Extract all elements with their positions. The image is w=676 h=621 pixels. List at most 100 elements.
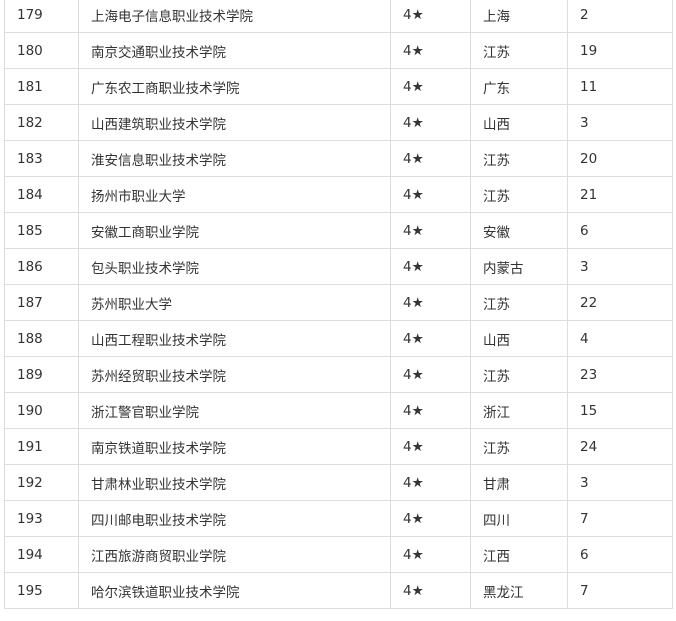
province-cell: 甘肃 [470, 464, 568, 501]
table-row: 192 甘肃林业职业技术学院 4★ 甘肃 3 [4, 464, 673, 501]
star-rating-cell: 4★ [390, 572, 471, 609]
province-cell: 广东 [470, 68, 568, 105]
rank-cell: 191 [4, 428, 79, 465]
star-rating-cell: 4★ [390, 356, 471, 393]
province-cell: 浙江 [470, 392, 568, 429]
star-rating-cell: 4★ [390, 176, 471, 213]
table-row: 194 江西旅游商贸职业学院 4★ 江西 6 [4, 536, 673, 573]
province-cell: 江苏 [470, 284, 568, 321]
school-name-cell: 甘肃林业职业技术学院 [78, 464, 391, 501]
table-row: 183 淮安信息职业技术学院 4★ 江苏 20 [4, 140, 673, 177]
school-name-cell: 苏州职业大学 [78, 284, 391, 321]
rank-cell: 181 [4, 68, 79, 105]
rank-cell: 179 [4, 0, 79, 33]
school-name-cell: 南京铁道职业技术学院 [78, 428, 391, 465]
province-rank-cell: 7 [567, 500, 673, 537]
table-row: 193 四川邮电职业技术学院 4★ 四川 7 [4, 500, 673, 537]
rank-cell: 184 [4, 176, 79, 213]
star-rating-cell: 4★ [390, 212, 471, 249]
school-name-cell: 包头职业技术学院 [78, 248, 391, 285]
school-name-cell: 扬州市职业大学 [78, 176, 391, 213]
rank-cell: 194 [4, 536, 79, 573]
province-rank-cell: 2 [567, 0, 673, 33]
star-rating-cell: 4★ [390, 284, 471, 321]
star-rating-cell: 4★ [390, 428, 471, 465]
school-name-cell: 山西工程职业技术学院 [78, 320, 391, 357]
star-rating-cell: 4★ [390, 536, 471, 573]
province-rank-cell: 24 [567, 428, 673, 465]
table-row: 181 广东农工商职业技术学院 4★ 广东 11 [4, 68, 673, 105]
rank-cell: 189 [4, 356, 79, 393]
province-rank-cell: 3 [567, 104, 673, 141]
province-rank-cell: 21 [567, 176, 673, 213]
school-name-cell: 浙江警官职业学院 [78, 392, 391, 429]
star-rating-cell: 4★ [390, 68, 471, 105]
table-row: 188 山西工程职业技术学院 4★ 山西 4 [4, 320, 673, 357]
rank-cell: 180 [4, 32, 79, 69]
province-cell: 江苏 [470, 176, 568, 213]
school-name-cell: 淮安信息职业技术学院 [78, 140, 391, 177]
school-name-cell: 广东农工商职业技术学院 [78, 68, 391, 105]
star-rating-cell: 4★ [390, 140, 471, 177]
star-rating-cell: 4★ [390, 0, 471, 33]
province-rank-cell: 22 [567, 284, 673, 321]
table-row: 187 苏州职业大学 4★ 江苏 22 [4, 284, 673, 321]
rank-cell: 187 [4, 284, 79, 321]
province-cell: 江苏 [470, 140, 568, 177]
province-cell: 上海 [470, 0, 568, 33]
table-row: 195 哈尔滨铁道职业技术学院 4★ 黑龙江 7 [4, 572, 673, 609]
school-name-cell: 上海电子信息职业技术学院 [78, 0, 391, 33]
school-name-cell: 南京交通职业技术学院 [78, 32, 391, 69]
rank-cell: 182 [4, 104, 79, 141]
province-rank-cell: 3 [567, 464, 673, 501]
province-rank-cell: 23 [567, 356, 673, 393]
rank-cell: 183 [4, 140, 79, 177]
rank-cell: 193 [4, 500, 79, 537]
table-row: 182 山西建筑职业技术学院 4★ 山西 3 [4, 104, 673, 141]
star-rating-cell: 4★ [390, 248, 471, 285]
rank-cell: 185 [4, 212, 79, 249]
rank-cell: 195 [4, 572, 79, 609]
province-cell: 黑龙江 [470, 572, 568, 609]
school-name-cell: 苏州经贸职业技术学院 [78, 356, 391, 393]
province-cell: 安徽 [470, 212, 568, 249]
star-rating-cell: 4★ [390, 500, 471, 537]
province-cell: 江苏 [470, 32, 568, 69]
table-row: 191 南京铁道职业技术学院 4★ 江苏 24 [4, 428, 673, 465]
school-name-cell: 安徽工商职业学院 [78, 212, 391, 249]
school-name-cell: 山西建筑职业技术学院 [78, 104, 391, 141]
rank-cell: 190 [4, 392, 79, 429]
ranking-table-body: 179 上海电子信息职业技术学院 4★ 上海 2 180 南京交通职业技术学院 4★ 江苏 19… [4, 0, 673, 609]
province-rank-cell: 19 [567, 32, 673, 69]
province-rank-cell: 6 [567, 536, 673, 573]
rank-cell: 186 [4, 248, 79, 285]
table-row: 185 安徽工商职业学院 4★ 安徽 6 [4, 212, 673, 249]
table-row: 189 苏州经贸职业技术学院 4★ 江苏 23 [4, 356, 673, 393]
star-rating-cell: 4★ [390, 320, 471, 357]
star-rating-cell: 4★ [390, 104, 471, 141]
province-cell: 山西 [470, 320, 568, 357]
province-cell: 江苏 [470, 356, 568, 393]
province-rank-cell: 7 [567, 572, 673, 609]
table-row: 184 扬州市职业大学 4★ 江苏 21 [4, 176, 673, 213]
table-row: 190 浙江警官职业学院 4★ 浙江 15 [4, 392, 673, 429]
province-cell: 内蒙古 [470, 248, 568, 285]
province-cell: 四川 [470, 500, 568, 537]
star-rating-cell: 4★ [390, 464, 471, 501]
province-rank-cell: 15 [567, 392, 673, 429]
table-row: 180 南京交通职业技术学院 4★ 江苏 19 [4, 32, 673, 69]
rank-cell: 188 [4, 320, 79, 357]
province-rank-cell: 11 [567, 68, 673, 105]
star-rating-cell: 4★ [390, 392, 471, 429]
province-rank-cell: 6 [567, 212, 673, 249]
school-name-cell: 四川邮电职业技术学院 [78, 500, 391, 537]
province-cell: 江西 [470, 536, 568, 573]
table-row: 186 包头职业技术学院 4★ 内蒙古 3 [4, 248, 673, 285]
province-rank-cell: 20 [567, 140, 673, 177]
province-rank-cell: 4 [567, 320, 673, 357]
school-name-cell: 江西旅游商贸职业学院 [78, 536, 391, 573]
rank-cell: 192 [4, 464, 79, 501]
ranking-table: 179 上海电子信息职业技术学院 4★ 上海 2 180 南京交通职业技术学院 4★ 江苏 19… [4, 0, 673, 609]
province-cell: 江苏 [470, 428, 568, 465]
star-rating-cell: 4★ [390, 32, 471, 69]
